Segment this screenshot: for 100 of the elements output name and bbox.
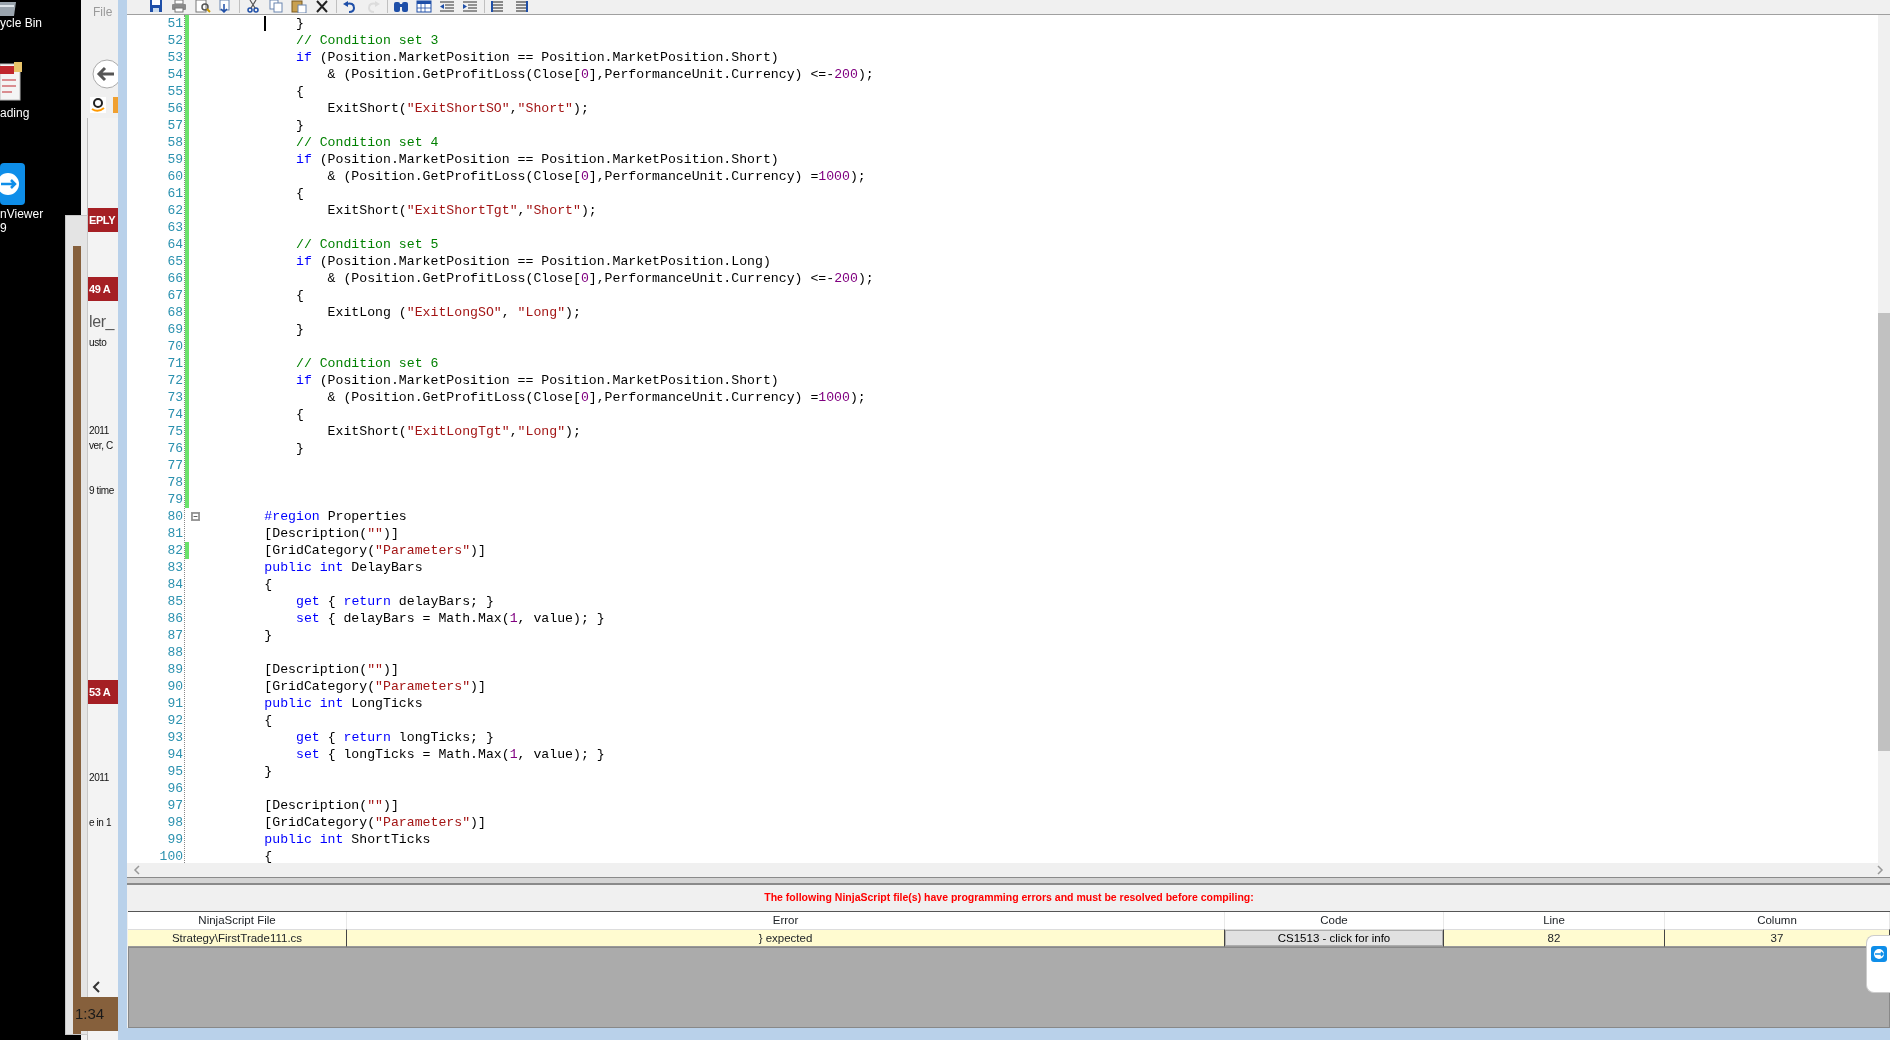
info-button[interactable]: CS1513 - click for info	[1225, 930, 1443, 946]
code-line: ExitShort("ExitShortTgt","Short");	[326, 202, 598, 219]
outdent-icon[interactable]	[439, 0, 456, 13]
back-button[interactable]	[90, 58, 118, 90]
code-line: {	[263, 848, 274, 863]
collapse-button[interactable]	[191, 512, 200, 521]
binoculars-icon[interactable]	[393, 0, 410, 13]
line-number: 77	[166, 457, 183, 474]
indent-icon[interactable]	[462, 0, 479, 13]
line-number: 70	[166, 338, 183, 355]
uncomment-lines-icon[interactable]	[513, 0, 530, 13]
column-header: Column	[1665, 912, 1890, 929]
code-line: set { longTicks = Math.Max(1, value); }	[294, 746, 606, 763]
code-line: if (Position.MarketPosition == Position.MarketPosition.Short)	[294, 151, 780, 168]
line-number: 80	[166, 508, 183, 525]
line-number: 88	[166, 644, 183, 661]
code-line: {	[294, 185, 305, 202]
save-icon[interactable]	[148, 0, 165, 13]
line-number: 64	[166, 236, 183, 253]
line-number: 63	[166, 219, 183, 236]
line-number: 100	[158, 848, 183, 863]
page-heading: ler_	[88, 312, 116, 332]
line-number: 53	[166, 49, 183, 66]
code-line: & (Position.GetProfitLoss(Close[0],PerformanceUnit.Currency) =1000);	[326, 389, 867, 406]
side-panel-tab[interactable]	[1866, 935, 1890, 993]
line-number: 65	[166, 253, 183, 270]
line-number: 96	[166, 780, 183, 797]
line-number: 92	[166, 712, 183, 729]
paste-icon[interactable]	[291, 0, 308, 13]
bookmark-icon[interactable]	[90, 97, 106, 113]
code-line: public int LongTicks	[263, 695, 424, 712]
banner-label: 49 A	[88, 277, 118, 301]
code-line: public int ShortTicks	[263, 831, 432, 848]
icon-label: 9	[0, 221, 7, 235]
line-number: 71	[166, 355, 183, 372]
page-text: ver, C	[88, 439, 114, 453]
code-line: {	[263, 576, 274, 593]
line-number: 99	[166, 831, 183, 848]
banner-label: EPLY	[88, 208, 118, 232]
code-line: // Condition set 6	[294, 355, 440, 372]
line-number: 59	[166, 151, 183, 168]
page-text: 2011	[88, 424, 110, 438]
line-number: 84	[166, 576, 183, 593]
code-line: set { delayBars = Math.Max(1, value); }	[294, 610, 606, 627]
code-line: ExitShort("ExitShortSO","Short");	[326, 100, 590, 117]
code-line: [Description("")]	[263, 525, 400, 542]
line-number: 57	[166, 117, 183, 134]
line-number: 95	[166, 763, 183, 780]
code-line: ExitShort("ExitLongTgt","Long");	[326, 423, 582, 440]
line-number: 69	[166, 321, 183, 338]
line-number: 94	[166, 746, 183, 763]
code-line: {	[294, 406, 305, 423]
line-number: 73	[166, 389, 183, 406]
column-header: Error	[347, 912, 1225, 929]
scissors-icon[interactable]	[245, 0, 262, 13]
line-number: 82	[166, 542, 183, 559]
code-line: & (Position.GetProfitLoss(Close[0],PerformanceUnit.Currency) <=-200);	[326, 270, 875, 287]
vertical-scrollbar[interactable]	[1878, 15, 1890, 863]
line-number: 68	[166, 304, 183, 321]
code-line: get { return longTicks; }	[294, 729, 495, 746]
code-line: [GridCategory("Parameters")]	[263, 678, 487, 695]
line-number: 58	[166, 134, 183, 151]
scrollbar-thumb[interactable]	[1878, 313, 1890, 751]
code-line: [Description("")]	[263, 797, 400, 814]
line-number: 67	[166, 287, 183, 304]
code-line: }	[294, 440, 305, 457]
page-text: e in 1	[88, 816, 113, 830]
line-number: 75	[166, 423, 183, 440]
code-line: }	[294, 321, 305, 338]
clock-text: 1:34	[73, 997, 118, 1031]
table-cell: 82	[1444, 929, 1665, 947]
code-line: [GridCategory("Parameters")]	[263, 814, 487, 831]
line-number: 72	[166, 372, 183, 389]
code-line: }	[263, 763, 274, 780]
table-cell: 37	[1665, 929, 1890, 947]
remote-app-icon[interactable]	[0, 163, 25, 207]
code-line: if (Position.MarketPosition == Position.MarketPosition.Short)	[294, 372, 780, 389]
icon-label: ading	[0, 106, 30, 120]
banner-label: 53 A	[88, 680, 118, 704]
code-line: }	[201, 15, 1878, 32]
line-number: 51	[166, 15, 183, 32]
line-number: 90	[166, 678, 183, 695]
line-number: 86	[166, 610, 183, 627]
code-line: {	[263, 712, 274, 729]
code-line: // Condition set 3	[294, 32, 440, 49]
code-line: get { return delayBars; }	[294, 593, 495, 610]
code-line: if (Position.MarketPosition == Position.MarketPosition.Long)	[294, 253, 772, 270]
line-number: 79	[166, 491, 183, 508]
line-number: 89	[166, 661, 183, 678]
table-cell: Strategy\FirstTrade111.cs	[128, 929, 347, 947]
code-line: ExitLong ("ExitLongSO", "Long");	[326, 304, 582, 321]
calendar-icon[interactable]	[416, 0, 433, 13]
line-number: 81	[166, 525, 183, 542]
line-number: 55	[166, 83, 183, 100]
print-preview-icon[interactable]	[194, 0, 211, 13]
printer-icon[interactable]	[171, 0, 188, 13]
column-header: NinjaScript File	[128, 912, 347, 929]
delete-icon[interactable]	[314, 0, 331, 13]
code-line: if (Position.MarketPosition == Position.MarketPosition.Short)	[294, 49, 780, 66]
line-number: 66	[166, 270, 183, 287]
